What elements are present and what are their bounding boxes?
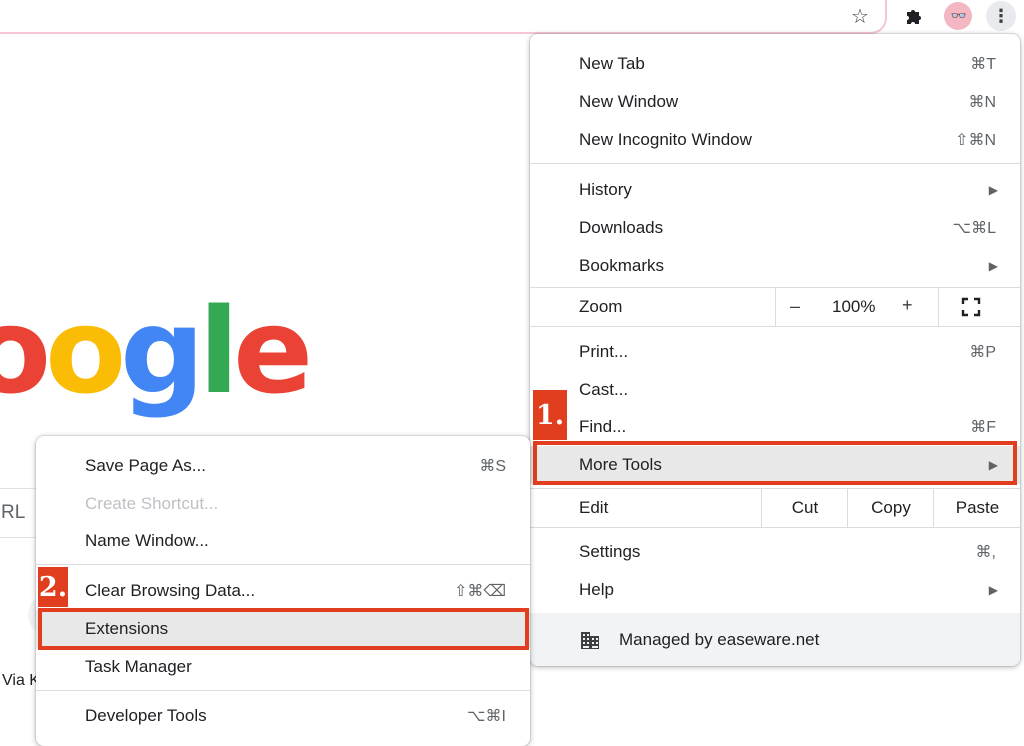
- submenu-item-save-page[interactable]: Save Page As... ⌘S: [36, 447, 530, 485]
- submenu-item-label: Task Manager: [85, 657, 192, 676]
- menu-item-shortcut: ⌘N: [968, 94, 996, 111]
- chevron-right-icon: ▶: [988, 583, 998, 597]
- submenu-item-clear-browsing-data[interactable]: Clear Browsing Data... ⇧⌘⌫: [36, 572, 530, 610]
- submenu-item-label: Clear Browsing Data...: [85, 581, 256, 600]
- highlight-box-extensions: [38, 608, 529, 650]
- menu-item-shortcut: ⌘F: [970, 419, 996, 436]
- step-1-badge: 1.: [533, 390, 567, 440]
- chevron-right-icon: ▶: [988, 183, 998, 197]
- submenu-item-developer-tools[interactable]: Developer Tools ⌥⌘I: [36, 697, 530, 735]
- menu-item-label: History: [579, 180, 632, 199]
- submenu-item-label: Save Page As...: [85, 456, 206, 475]
- edit-label: Edit: [579, 498, 609, 517]
- menu-item-shortcut: ⇧⌘N: [955, 132, 996, 149]
- submenu-item-task-manager[interactable]: Task Manager: [36, 648, 530, 686]
- menu-item-label: Bookmarks: [579, 256, 665, 275]
- menu-item-new-incognito[interactable]: New Incognito Window ⇧⌘N: [530, 121, 1020, 159]
- menu-item-downloads[interactable]: Downloads ⌥⌘L: [530, 209, 1020, 247]
- menu-item-history[interactable]: History ▶: [530, 171, 1020, 209]
- menu-item-label: Help: [579, 580, 614, 599]
- zoom-in-button[interactable]: +: [902, 295, 913, 316]
- building-icon: [581, 632, 599, 649]
- menu-item-print[interactable]: Print... ⌘P: [530, 333, 1020, 371]
- browser-toolbar: ☆ 👓 ⋮: [0, 0, 1024, 34]
- managed-label: Managed by easeware.net: [619, 629, 820, 649]
- highlight-box-more-tools: [533, 441, 1017, 485]
- chrome-main-menu: New Tab ⌘T New Window ⌘N New Incognito Win…: [530, 34, 1020, 666]
- menu-item-shortcut: ⌘P: [969, 344, 996, 361]
- footer-text: Via K: [2, 672, 40, 689]
- edit-row: Edit Cut Copy Paste: [530, 489, 1020, 527]
- search-fragment-text: RL: [1, 502, 26, 523]
- menu-item-label: New Tab: [579, 54, 645, 73]
- step-2-badge: 2.: [38, 567, 68, 607]
- menu-item-cast[interactable]: Cast...: [530, 371, 1020, 409]
- menu-divider: [36, 564, 530, 565]
- zoom-control: – 100% +: [775, 288, 939, 326]
- menu-item-settings[interactable]: Settings ⌘,: [530, 533, 1020, 571]
- chevron-right-icon: ▶: [988, 259, 998, 273]
- submenu-item-label: Name Window...: [85, 531, 209, 550]
- menu-divider: [530, 326, 1020, 327]
- kebab-icon[interactable]: ⋮: [984, 0, 1018, 32]
- menu-item-shortcut: ⌘,: [975, 544, 996, 561]
- glasses-icon: 👓: [944, 2, 972, 30]
- puzzle-icon[interactable]: [898, 0, 930, 32]
- menu-item-label: Downloads: [579, 218, 664, 237]
- menu-item-label: Cast...: [579, 380, 629, 399]
- submenu-item-shortcut: ⌘S: [479, 458, 506, 475]
- zoom-out-button[interactable]: –: [790, 296, 800, 317]
- zoom-label: Zoom: [579, 297, 623, 316]
- submenu-item-label: Create Shortcut...: [85, 494, 219, 513]
- submenu-item-shortcut: ⌥⌘I: [467, 708, 506, 725]
- copy-button[interactable]: Copy: [847, 489, 934, 527]
- menu-item-label: Settings: [579, 542, 641, 561]
- menu-item-help[interactable]: Help ▶: [530, 571, 1020, 609]
- omnibox[interactable]: [0, 0, 887, 34]
- menu-item-new-tab[interactable]: New Tab ⌘T: [530, 45, 1020, 83]
- menu-divider: [36, 690, 530, 691]
- zoom-level: 100%: [832, 297, 876, 316]
- managed-by-row[interactable]: Managed by easeware.net: [530, 613, 1020, 666]
- menu-divider: [530, 163, 1020, 164]
- menu-item-label: Find...: [579, 417, 627, 436]
- menu-item-label: New Window: [579, 92, 679, 111]
- star-icon[interactable]: ☆: [845, 0, 875, 32]
- profile-avatar[interactable]: 👓: [942, 0, 974, 32]
- menu-divider: [530, 527, 1020, 528]
- menu-item-shortcut: ⌥⌘L: [952, 220, 996, 237]
- menu-item-label: Print...: [579, 342, 629, 361]
- cut-button[interactable]: Cut: [761, 489, 848, 527]
- menu-item-label: New Incognito Window: [579, 130, 752, 149]
- submenu-item-name-window[interactable]: Name Window...: [36, 522, 530, 560]
- menu-item-shortcut: ⌘T: [970, 56, 996, 73]
- submenu-item-label: Developer Tools: [85, 706, 207, 725]
- submenu-item-shortcut: ⇧⌘⌫: [453, 583, 506, 600]
- menu-item-new-window[interactable]: New Window ⌘N: [530, 83, 1020, 121]
- zoom-row: Zoom – 100% +: [530, 288, 1020, 326]
- menu-item-bookmarks[interactable]: Bookmarks ▶: [530, 247, 1020, 285]
- fullscreen-icon[interactable]: [961, 297, 981, 317]
- submenu-item-create-shortcut: Create Shortcut...: [36, 485, 530, 523]
- google-logo: oogle: [0, 282, 313, 420]
- paste-button[interactable]: Paste: [933, 489, 1021, 527]
- more-tools-submenu: Save Page As... ⌘S Create Shortcut... Nam…: [36, 436, 530, 746]
